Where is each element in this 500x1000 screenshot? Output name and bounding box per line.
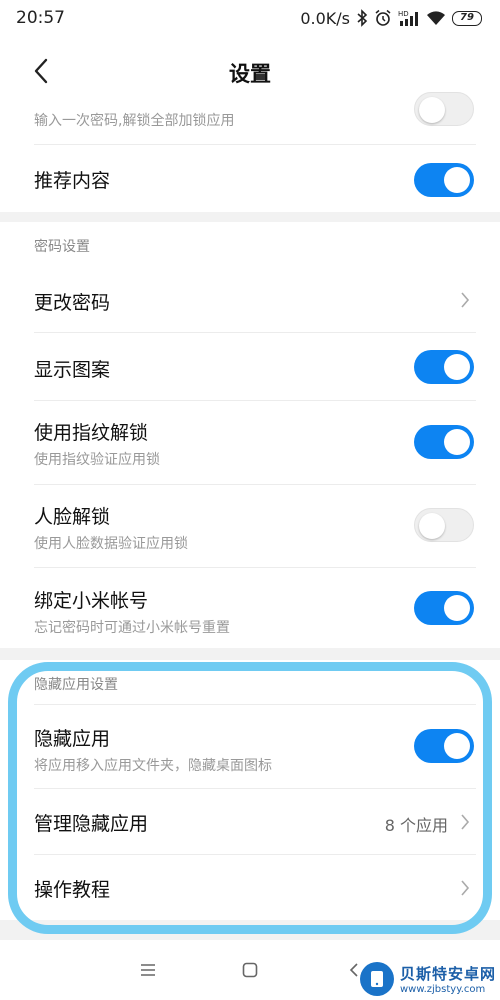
wifi-icon (426, 10, 446, 26)
section-header-password: 密码设置 (34, 239, 90, 255)
status-time: 20:57 (16, 8, 65, 28)
status-icons: 0.0K/s HD 79 (300, 9, 482, 28)
divider (34, 144, 476, 145)
bind-account-toggle[interactable] (414, 591, 474, 625)
recommend-toggle[interactable] (414, 163, 474, 197)
divider (34, 332, 476, 333)
show-pattern-toggle[interactable] (414, 350, 474, 384)
bluetooth-icon (356, 9, 368, 27)
face-unlock-toggle[interactable] (414, 508, 474, 542)
row-label: 更改密码 (34, 292, 111, 314)
watermark: 贝斯特安卓网 www.zjbstyy.com (359, 962, 496, 996)
fingerprint-toggle[interactable] (414, 425, 474, 459)
menu-button[interactable] (136, 958, 160, 982)
settings-card-hidden-apps: 隐藏应用设置 隐藏应用 将应用移入应用文件夹，隐藏桌面图标 管理隐藏应用 8 个… (0, 660, 500, 920)
row-change-password[interactable]: 更改密码 (0, 288, 500, 315)
section-header-hidden-apps: 隐藏应用设置 (34, 677, 118, 693)
divider (34, 788, 476, 789)
divider (34, 400, 476, 401)
home-icon (242, 962, 258, 978)
status-bar: 20:57 0.0K/s HD 79 (0, 0, 500, 36)
nav-bar: 贝斯特安卓网 www.zjbstyy.com (0, 940, 500, 1000)
divider (34, 484, 476, 485)
watermark-url: www.zjbstyy.com (399, 984, 486, 995)
home-button[interactable] (238, 958, 262, 982)
watermark-title: 贝斯特安卓网 (399, 965, 496, 983)
chevron-right-icon (458, 290, 472, 310)
settings-card-password: 密码设置 更改密码 显示图案 使用指纹解锁 使用指纹验证应用锁 人脸解锁 使用人… (0, 222, 500, 648)
page-title: 设置 (229, 62, 271, 86)
battery-icon: 79 (452, 10, 482, 26)
watermark-logo-icon (359, 962, 394, 996)
partial-row-subtitle: 输入一次密码,解锁全部加锁应用 (34, 113, 235, 129)
svg-text:HD: HD (398, 10, 409, 18)
divider (34, 704, 476, 705)
row-label: 操作教程 (34, 879, 111, 901)
chevron-right-icon (458, 878, 472, 898)
hidden-apps-count: 8 个应用 (384, 816, 448, 835)
net-speed: 0.0K/s (300, 8, 350, 28)
divider (34, 854, 476, 855)
row-tutorial[interactable]: 操作教程 (0, 875, 500, 902)
back-icon (349, 963, 358, 977)
divider (34, 567, 476, 568)
hd-signal-icon: HD (398, 9, 420, 27)
chevron-right-icon (458, 812, 472, 832)
hide-apps-toggle[interactable] (414, 729, 474, 763)
menu-icon (141, 964, 155, 976)
alarm-icon (374, 9, 392, 27)
partial-row-toggle[interactable] (414, 92, 474, 126)
settings-card-top: 输入一次密码,解锁全部加锁应用 推荐内容 (0, 92, 500, 212)
